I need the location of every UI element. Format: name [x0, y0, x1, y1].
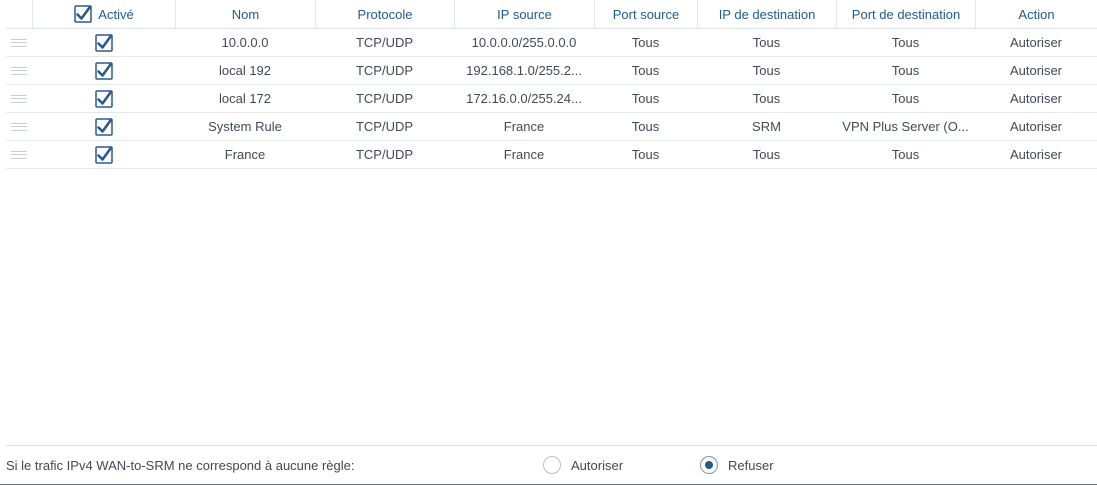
cell-action: Autoriser: [1009, 63, 1063, 78]
header-ip-source[interactable]: IP source: [454, 0, 594, 28]
cell-port-destination: VPN Plus Server (O...: [842, 119, 969, 134]
checkbox-checked-icon[interactable]: [94, 117, 113, 136]
cell-active[interactable]: [32, 57, 175, 84]
radio-deny-icon[interactable]: [700, 456, 718, 474]
cell-port-source: Tous: [631, 147, 660, 162]
cell-name: France: [224, 147, 266, 162]
drag-handle-icon[interactable]: [6, 141, 32, 168]
cell-active[interactable]: [32, 141, 175, 168]
header-drag-column: [6, 0, 32, 28]
table-row[interactable]: local 172 TCP/UDP 172.16.0.0/255.24... Tous…: [6, 85, 1097, 113]
header-action[interactable]: Action: [975, 0, 1097, 28]
radio-deny[interactable]: Refuser: [700, 456, 774, 474]
checkbox-checked-icon[interactable]: [74, 5, 93, 23]
header-protocol[interactable]: Protocole: [315, 0, 454, 28]
cell-port-destination: Tous: [891, 63, 920, 78]
drag-handle-icon[interactable]: [6, 57, 32, 84]
cell-ip-destination: SRM: [752, 119, 781, 134]
default-policy-bar: Si le trafic IPv4 WAN-to-SRM ne correspo…: [6, 445, 1097, 485]
cell-active[interactable]: [32, 113, 175, 140]
cell-action: Autoriser: [1009, 91, 1063, 106]
cell-name: local 172: [218, 91, 272, 106]
cell-ip-source: 192.168.1.0/255.2...: [466, 63, 582, 78]
checkbox-checked-icon[interactable]: [94, 89, 113, 108]
cell-ip-destination: Tous: [752, 63, 781, 78]
header-name[interactable]: Nom: [175, 0, 315, 28]
drag-handle-icon[interactable]: [6, 29, 32, 56]
cell-port-destination: Tous: [891, 147, 920, 162]
table-row[interactable]: France TCP/UDP France Tous Tous Tous Autoriser: [6, 141, 1097, 169]
cell-port-source: Tous: [631, 63, 660, 78]
cell-port-destination: Tous: [891, 91, 920, 106]
cell-ip-source: France: [503, 147, 545, 162]
checkbox-checked-icon[interactable]: [94, 33, 113, 52]
cell-ip-source: 10.0.0.0/255.0.0.0: [471, 35, 577, 50]
radio-allow-icon[interactable]: [543, 456, 561, 474]
cell-active[interactable]: [32, 85, 175, 112]
cell-ip-source: 172.16.0.0/255.24...: [466, 91, 582, 106]
cell-action: Autoriser: [1009, 147, 1063, 162]
table-row[interactable]: System Rule TCP/UDP France Tous SRM VPN Plus …: [6, 113, 1097, 141]
checkbox-checked-icon[interactable]: [94, 145, 113, 164]
cell-active[interactable]: [32, 29, 175, 56]
cell-port-source: Tous: [631, 119, 660, 134]
cell-name: System Rule: [208, 119, 282, 134]
cell-protocol: TCP/UDP: [355, 63, 414, 78]
header-active[interactable]: Activé: [32, 0, 175, 28]
table-row[interactable]: local 192 TCP/UDP 192.168.1.0/255.2... Tous…: [6, 57, 1097, 85]
cell-protocol: TCP/UDP: [355, 147, 414, 162]
firewall-rules-table: Activé Nom Protocole IP source Port sour…: [6, 0, 1097, 169]
header-port-source[interactable]: Port source: [594, 0, 697, 28]
cell-ip-destination: Tous: [752, 35, 781, 50]
cell-action: Autoriser: [1009, 119, 1063, 134]
header-ip-destination[interactable]: IP de destination: [697, 0, 836, 28]
cell-port-source: Tous: [631, 35, 660, 50]
cell-port-destination: Tous: [891, 35, 920, 50]
radio-allow[interactable]: Autoriser: [543, 456, 623, 474]
cell-action: Autoriser: [1009, 35, 1063, 50]
cell-name: 10.0.0.0: [221, 35, 269, 50]
drag-handle-icon[interactable]: [6, 113, 32, 140]
checkbox-checked-icon[interactable]: [94, 61, 113, 80]
cell-protocol: TCP/UDP: [355, 35, 414, 50]
cell-protocol: TCP/UDP: [355, 91, 414, 106]
default-policy-label: Si le trafic IPv4 WAN-to-SRM ne correspo…: [6, 458, 355, 473]
cell-ip-destination: Tous: [752, 147, 781, 162]
cell-ip-source: France: [503, 119, 545, 134]
drag-handle-icon[interactable]: [6, 85, 32, 112]
cell-ip-destination: Tous: [752, 91, 781, 106]
cell-protocol: TCP/UDP: [355, 119, 414, 134]
table-row[interactable]: 10.0.0.0 TCP/UDP 10.0.0.0/255.0.0.0 Tous Tou…: [6, 29, 1097, 57]
cell-port-source: Tous: [631, 91, 660, 106]
table-header: Activé Nom Protocole IP source Port sour…: [6, 0, 1097, 29]
cell-name: local 192: [218, 63, 272, 78]
header-port-destination[interactable]: Port de destination: [836, 0, 975, 28]
